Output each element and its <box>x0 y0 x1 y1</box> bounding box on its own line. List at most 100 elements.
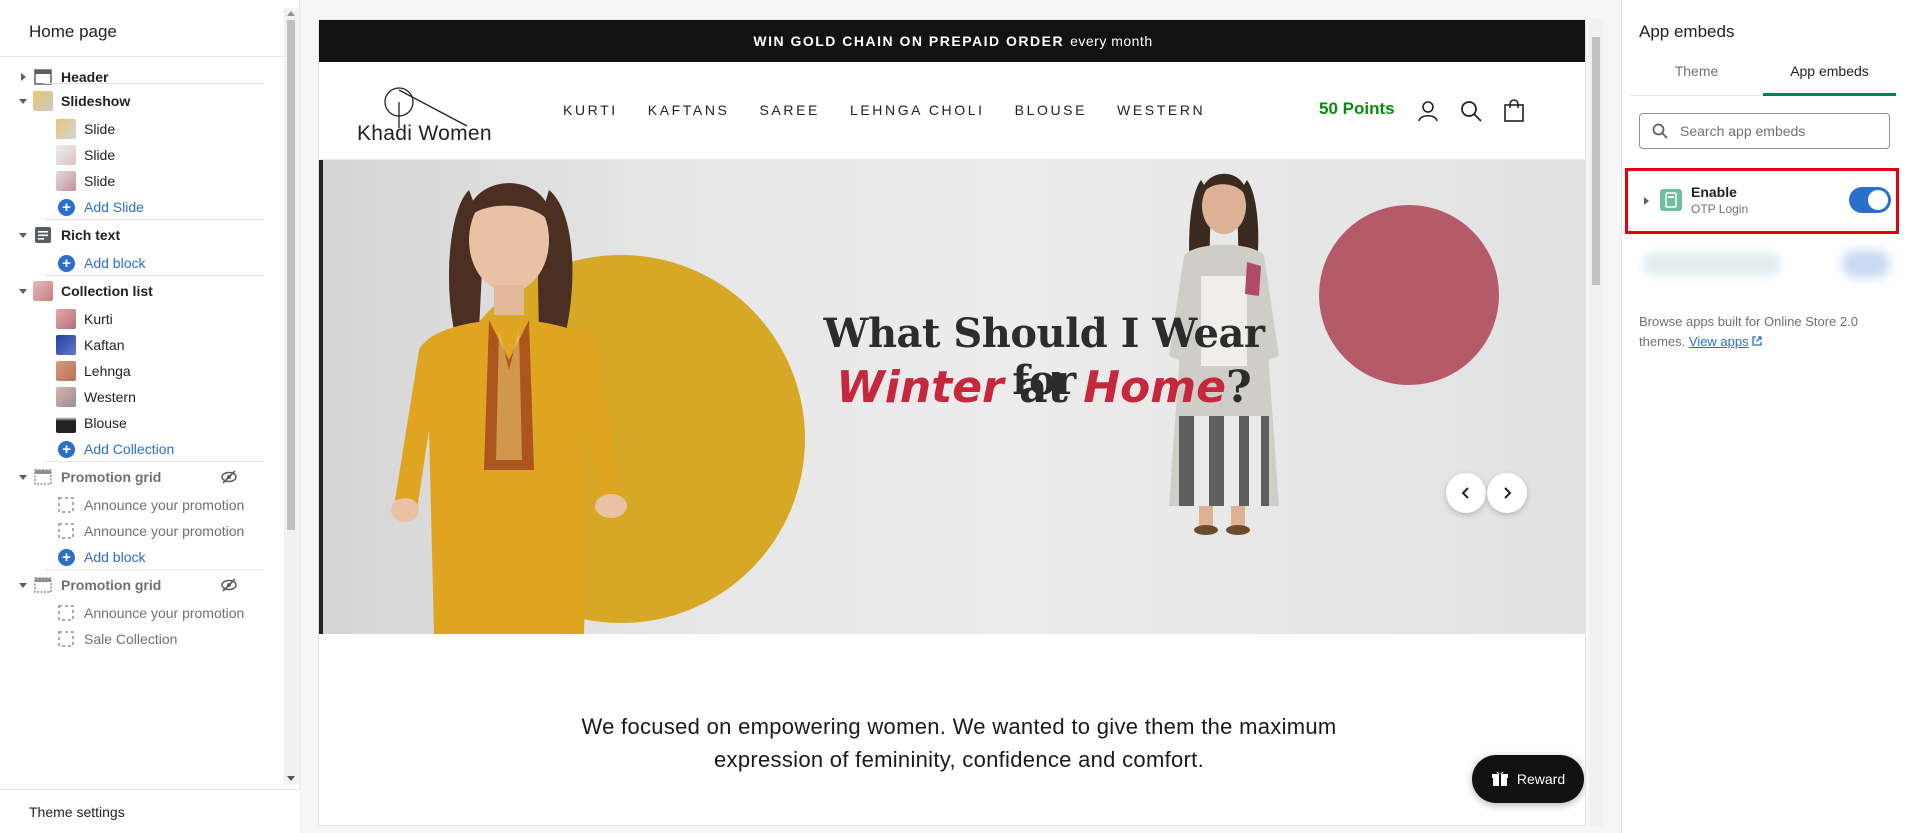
chevron-right-icon <box>1504 487 1512 499</box>
block-collection[interactable]: Lehnga <box>0 358 284 384</box>
logo-text: Khadi Women <box>357 122 492 145</box>
block-label: Blouse <box>84 415 127 431</box>
block-label: Western <box>84 389 136 405</box>
block-label: Announce your promotion <box>84 523 245 539</box>
block-collection[interactable]: Kurti <box>0 306 284 332</box>
section-collection-list[interactable]: Collection list <box>0 278 284 304</box>
external-link-icon[interactable] <box>1752 336 1762 346</box>
caret-right-icon[interactable] <box>18 72 28 82</box>
tab-theme[interactable]: Theme <box>1630 56 1763 96</box>
section-slideshow[interactable]: Slideshow <box>0 88 284 114</box>
store-logo[interactable]: Khadi Women <box>357 80 507 150</box>
block-collection[interactable]: Blouse <box>0 410 284 436</box>
app-icon <box>1660 189 1682 211</box>
hero-word-winter: Winter <box>836 362 1004 413</box>
dashed-block-icon <box>56 521 76 541</box>
dashed-block-icon <box>56 495 76 515</box>
chevron-left-icon <box>1461 487 1469 499</box>
enable-toggle[interactable] <box>1849 187 1891 213</box>
browse-text: Browse apps built for Online Store 2.0 t… <box>1639 314 1858 349</box>
block-promotion[interactable]: Announce your promotion <box>0 492 284 518</box>
preview-frame: WIN GOLD CHAIN ON PREPAID ORDER every mo… <box>318 19 1586 826</box>
plus-circle-icon: + <box>58 440 75 458</box>
add-block-button[interactable]: + Add block <box>0 250 284 276</box>
gift-icon <box>1491 771 1508 786</box>
add-label: Add block <box>84 255 146 271</box>
nav-kaftans[interactable]: KAFTANS <box>648 102 730 118</box>
nav-kurti[interactable]: KURTI <box>563 102 618 118</box>
view-apps-link[interactable]: View apps <box>1689 334 1749 349</box>
nav-lehnga-choli[interactable]: LEHNGA CHOLI <box>850 102 985 118</box>
slide-next-button[interactable] <box>1487 473 1527 513</box>
slide-prev-button[interactable] <box>1446 473 1486 513</box>
block-label: Announce your promotion <box>84 497 245 513</box>
reward-launcher-button[interactable]: Reward <box>1472 755 1584 803</box>
block-promotion[interactable]: Announce your promotion <box>0 518 284 544</box>
page-title: Home page <box>29 22 117 41</box>
section-label: Rich text <box>61 227 121 243</box>
dashed-block-icon <box>56 629 76 649</box>
hero-slideshow[interactable]: What Should I Wear for Winter at Home? <box>319 160 1585 634</box>
block-collection[interactable]: Kaftan <box>0 332 284 358</box>
section-promotion-grid[interactable]: Promotion grid <box>0 464 284 490</box>
scroll-down-icon[interactable] <box>287 774 295 782</box>
nav-saree[interactable]: SAREE <box>759 102 819 118</box>
eye-hidden-icon[interactable] <box>220 576 238 594</box>
collection-thumbnail <box>56 413 76 433</box>
hero-edge <box>319 160 323 634</box>
theme-settings-button[interactable]: Theme settings <box>0 789 300 833</box>
section-label: Promotion grid <box>61 469 162 485</box>
add-slide-button[interactable]: + Add Slide <box>0 194 284 220</box>
panel-tabs: Theme App embeds <box>1630 56 1896 96</box>
nav-blouse[interactable]: BLOUSE <box>1015 102 1087 118</box>
scroll-up-icon[interactable] <box>287 10 295 18</box>
model-yellow-kurta-image <box>391 183 627 634</box>
caret-right-icon[interactable] <box>1642 197 1650 205</box>
block-promotion[interactable]: Sale Collection <box>0 626 284 652</box>
logo-mark-icon <box>384 87 468 128</box>
grid-section-icon <box>33 467 53 487</box>
block-collection[interactable]: Western <box>0 384 284 410</box>
add-label: Add Slide <box>84 199 144 215</box>
scrollbar-thumb[interactable] <box>1592 37 1600 285</box>
sections-sidebar: Home page Header Slideshow Slide Slide S… <box>0 0 300 833</box>
caret-down-icon[interactable] <box>18 286 28 296</box>
search-input[interactable] <box>1680 121 1880 141</box>
search-icon[interactable] <box>1459 99 1483 123</box>
section-promotion-grid[interactable]: Promotion grid <box>0 572 284 598</box>
theme-settings-label: Theme settings <box>29 804 125 820</box>
block-slide[interactable]: Slide <box>0 142 284 168</box>
hero-word-home: Home <box>1083 362 1226 413</box>
nav-western[interactable]: WESTERN <box>1117 102 1205 118</box>
block-promotion[interactable]: Announce your promotion <box>0 600 284 626</box>
tab-app-embeds[interactable]: App embeds <box>1763 56 1896 96</box>
announcement-bar[interactable]: WIN GOLD CHAIN ON PREPAID ORDER every mo… <box>319 20 1585 62</box>
preview-scrollbar[interactable] <box>1589 19 1603 826</box>
caret-down-icon[interactable] <box>18 472 28 482</box>
search-app-embeds[interactable] <box>1639 113 1890 149</box>
caret-down-icon[interactable] <box>18 230 28 240</box>
eye-hidden-icon[interactable] <box>220 468 238 486</box>
collection-thumbnail <box>56 387 76 407</box>
block-slide[interactable]: Slide <box>0 168 284 194</box>
block-slide[interactable]: Slide <box>0 116 284 142</box>
section-rich-text[interactable]: Rich text <box>0 222 284 248</box>
reward-label: Reward <box>1516 771 1566 787</box>
embed-app-name: OTP Login <box>1691 202 1749 216</box>
header-section-icon <box>33 67 53 87</box>
caret-down-icon[interactable] <box>18 580 28 590</box>
view-apps-label: View apps <box>1688 334 1749 349</box>
collection-thumbnail <box>56 335 76 355</box>
account-icon[interactable] <box>1416 99 1440 123</box>
add-block-button[interactable]: + Add block <box>0 544 284 570</box>
app-embed-otp-login[interactable]: Enable OTP Login <box>1625 168 1899 234</box>
loyalty-points[interactable]: 50 Points <box>1319 99 1395 119</box>
sidebar-scrollbar[interactable] <box>284 8 298 784</box>
hero-word-at: at <box>1019 362 1068 413</box>
scrollbar-thumb[interactable] <box>287 20 295 530</box>
add-collection-button[interactable]: + Add Collection <box>0 436 284 462</box>
section-header[interactable]: Header <box>0 64 284 90</box>
caret-down-icon[interactable] <box>18 96 28 106</box>
cart-bag-icon[interactable] <box>1502 99 1526 123</box>
add-label: Add Collection <box>84 441 175 457</box>
